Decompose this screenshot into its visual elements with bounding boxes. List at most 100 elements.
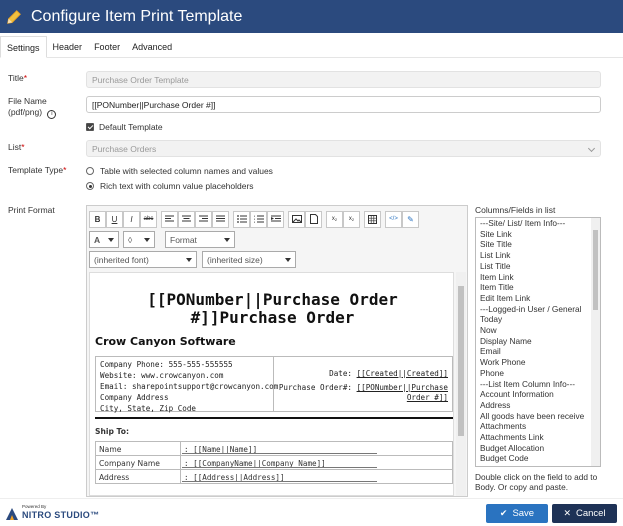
font-color-dropdown[interactable]: A xyxy=(89,230,119,248)
list-item[interactable]: ---Logged-in User / General xyxy=(476,304,600,315)
document-title-line1: [[PONumber||Purchase Order xyxy=(147,290,398,309)
editor-canvas[interactable]: [[PONumber||Purchase Order #]]Purchase O… xyxy=(89,272,454,496)
po-value-cont: Order #]] xyxy=(406,393,448,402)
strikethrough-button[interactable]: abc xyxy=(140,210,157,228)
cancel-button[interactable]: ✕ Cancel xyxy=(552,504,617,523)
default-template-checkbox[interactable]: Default Template xyxy=(86,122,163,132)
brand-name: NITRO STUDIO™ xyxy=(22,510,100,520)
info-line: City, State, Zip Code xyxy=(100,404,197,413)
footer-bar: Powered By NITRO STUDIO™ ✔ Save ✕ Cancel xyxy=(0,498,623,526)
align-left-icon[interactable] xyxy=(161,210,178,228)
document-title-line2: #]]Purchase Order xyxy=(190,308,355,327)
list-item[interactable]: ---Site/ List/ Item Info--- xyxy=(476,218,600,229)
document-icon[interactable] xyxy=(305,210,322,228)
image-icon[interactable] xyxy=(288,210,305,228)
filename-label-sub: (pdf/png) xyxy=(8,107,43,117)
list-item[interactable]: ---List Item Column Info--- xyxy=(476,379,600,390)
list-item[interactable]: Item Title xyxy=(476,282,600,293)
italic-button[interactable]: I xyxy=(123,210,140,228)
list-item[interactable]: List Link xyxy=(476,250,600,261)
list-item[interactable]: All goods have been receive xyxy=(476,411,600,422)
table-icon[interactable] xyxy=(364,210,381,228)
save-button[interactable]: ✔ Save xyxy=(486,504,548,523)
ship-key: Address xyxy=(99,473,130,482)
list-item[interactable]: Attachments xyxy=(476,421,600,432)
color-drop-icon: ◊ xyxy=(128,234,133,245)
list-item[interactable]: Email xyxy=(476,346,600,357)
po-label: Purchase Order#: xyxy=(278,383,352,392)
scrollbar-thumb[interactable] xyxy=(593,230,598,310)
info-line: Company Phone: 555-555-555555 xyxy=(100,360,233,369)
list-select[interactable]: Purchase Orders xyxy=(86,140,601,157)
html-source-icon[interactable]: </> xyxy=(385,210,402,228)
tab-advanced[interactable]: Advanced xyxy=(126,36,178,58)
list-item[interactable]: Account Information xyxy=(476,389,600,400)
scrollbar-thumb[interactable] xyxy=(458,286,464,436)
list-item[interactable]: Today xyxy=(476,314,600,325)
editor-toolbar-row3: (inherited font) (inherited size) xyxy=(89,250,296,268)
list-item[interactable]: Phone xyxy=(476,368,600,379)
list-item[interactable]: Site Link xyxy=(476,229,600,240)
date-value: [[Created||Created]] xyxy=(356,369,448,378)
radio-selected-icon xyxy=(86,182,94,190)
window-title: Configure Item Print Template xyxy=(31,7,243,25)
bullet-list-icon[interactable] xyxy=(233,210,250,228)
ship-key: Company Name xyxy=(99,459,160,468)
numbered-list-icon[interactable] xyxy=(250,210,267,228)
tab-footer[interactable]: Footer xyxy=(88,36,126,58)
list-item[interactable]: Site Title xyxy=(476,239,600,250)
template-type-radio-table[interactable]: Table with selected column names and val… xyxy=(86,166,273,176)
font-family-dropdown[interactable]: (inherited font) xyxy=(89,250,197,268)
list-item[interactable]: Now xyxy=(476,325,600,336)
filename-label: File Name (pdf/png) i xyxy=(8,96,57,119)
columns-scrollbar[interactable] xyxy=(591,218,600,466)
tab-settings[interactable]: Settings xyxy=(0,36,47,58)
indent-icon[interactable] xyxy=(267,210,284,228)
align-justify-icon[interactable] xyxy=(212,210,229,228)
underline-button[interactable]: U xyxy=(106,210,123,228)
align-right-icon[interactable] xyxy=(195,210,212,228)
pencil-icon xyxy=(7,9,21,24)
tab-header[interactable]: Header xyxy=(47,36,89,58)
divider-line xyxy=(95,417,453,419)
clear-format-icon[interactable]: ✎ xyxy=(402,210,419,228)
template-type-label: Template Type* xyxy=(8,165,67,175)
subscript-icon[interactable]: x2 xyxy=(326,210,343,228)
columns-list[interactable]: ---Site/ List/ Item Info--- Site Link Si… xyxy=(475,217,601,467)
list-item[interactable]: Attachments Link xyxy=(476,432,600,443)
superscript-icon[interactable]: x2 xyxy=(343,210,360,228)
format-dropdown-label: Format xyxy=(170,234,197,245)
list-item[interactable]: Item Link xyxy=(476,272,600,283)
list-item[interactable]: Edit Item Link xyxy=(476,293,600,304)
align-center-icon[interactable] xyxy=(178,210,195,228)
title-label-text: Title xyxy=(8,73,24,83)
list-item[interactable]: Display Name xyxy=(476,336,600,347)
font-family-label: (inherited font) xyxy=(94,254,149,265)
title-label: Title* xyxy=(8,73,28,83)
format-dropdown[interactable]: Format xyxy=(165,230,235,248)
highlight-color-dropdown[interactable]: ◊ xyxy=(123,230,155,248)
checkbox-checked-icon xyxy=(86,123,94,131)
po-line-2: Order #]] xyxy=(407,393,448,402)
list-item[interactable]: Budget Allocation xyxy=(476,443,600,454)
nitro-studio-logo: Powered By NITRO STUDIO™ xyxy=(4,504,104,524)
info-icon[interactable]: i xyxy=(47,110,57,119)
radio-icon xyxy=(86,167,94,175)
template-type-radio-richtext[interactable]: Rich text with column value placeholders xyxy=(86,181,254,191)
editor-scrollbar[interactable] xyxy=(456,272,466,496)
filename-field[interactable]: [[PONumber||Purchase Order #]] xyxy=(86,96,601,113)
info-line: Website: www.crowcanyon.com xyxy=(100,371,224,380)
list-item[interactable]: Budget Code xyxy=(476,453,600,464)
radio-table-label: Table with selected column names and val… xyxy=(100,166,273,176)
font-size-dropdown[interactable]: (inherited size) xyxy=(202,250,296,268)
list-item[interactable]: Address xyxy=(476,400,600,411)
font-color-icon: A xyxy=(94,234,101,245)
ship-to-table: Name : [[Name||Name]] Company Name : [[C… xyxy=(95,441,453,484)
rich-text-editor: B U I abc x2 x2 </> ✎ A ◊ Format (inheri… xyxy=(86,205,468,497)
table-row: Company Name : [[CompanyName||Company Na… xyxy=(95,456,453,470)
ship-to-heading: Ship To: xyxy=(95,427,129,436)
list-item[interactable]: Work Phone xyxy=(476,357,600,368)
list-item[interactable]: List Title xyxy=(476,261,600,272)
bold-button[interactable]: B xyxy=(89,210,106,228)
title-field[interactable]: Purchase Order Template xyxy=(86,71,601,88)
